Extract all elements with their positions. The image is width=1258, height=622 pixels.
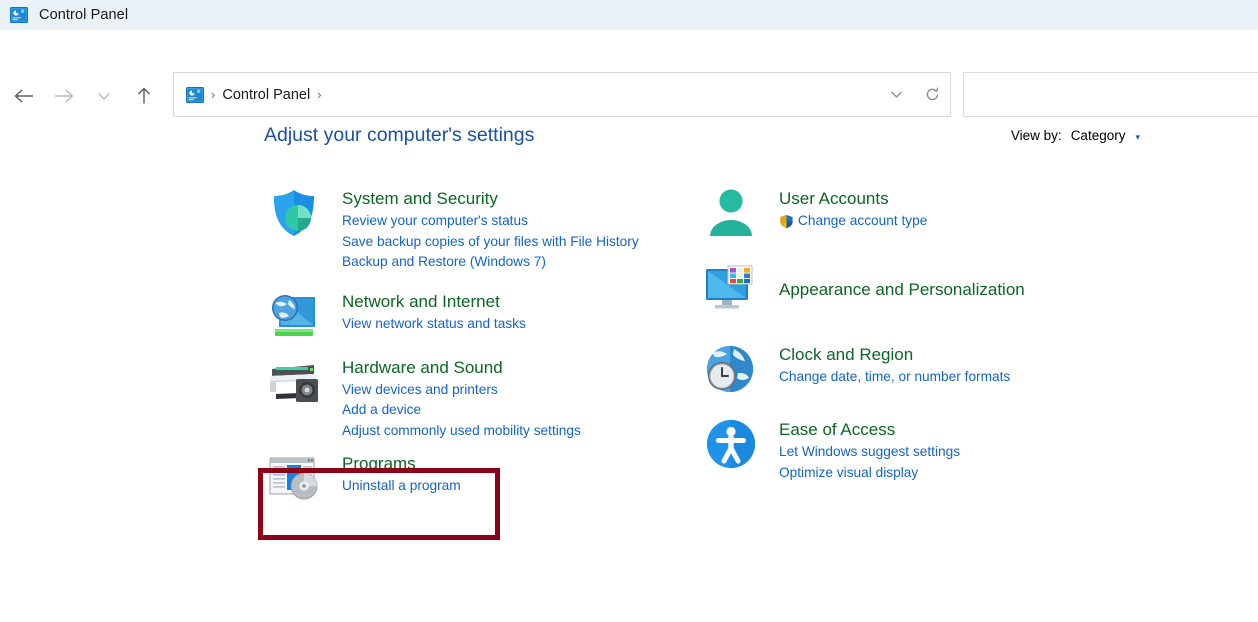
category-link[interactable]: Add a device <box>342 400 581 421</box>
category-link[interactable]: Let Windows suggest settings <box>779 442 960 463</box>
search-input[interactable] <box>963 72 1258 117</box>
category-clock-and-region[interactable]: Clock and Region Change date, time, or n… <box>703 341 1133 397</box>
category-title[interactable]: Network and Internet <box>342 290 526 314</box>
category-link[interactable]: Optimize visual display <box>779 463 960 484</box>
category-column-left: System and Security Review your computer… <box>266 185 686 506</box>
user-person-icon <box>703 185 759 241</box>
category-programs[interactable]: Programs Uninstall a program <box>266 450 686 506</box>
breadcrumb-separator: › <box>211 87 215 102</box>
category-title[interactable]: System and Security <box>342 187 639 211</box>
forward-arrow-icon[interactable] <box>48 80 80 112</box>
programs-disc-icon <box>266 450 322 506</box>
window-title: Control Panel <box>39 7 128 23</box>
category-network-and-internet[interactable]: Network and Internet View network status… <box>266 288 686 344</box>
network-globe-monitor-icon <box>266 288 322 344</box>
category-body: Clock and Region Change date, time, or n… <box>759 341 1010 388</box>
printer-speaker-icon <box>266 354 322 410</box>
view-by-value[interactable]: Category <box>1071 128 1126 143</box>
category-title[interactable]: User Accounts <box>779 187 927 211</box>
category-ease-of-access[interactable]: Ease of Access Let Windows suggest setti… <box>703 416 1133 483</box>
category-link-row[interactable]: Change account type <box>779 211 927 232</box>
category-body: System and Security Review your computer… <box>322 185 639 273</box>
control-panel-icon <box>10 7 28 23</box>
address-bar[interactable]: › Control Panel › <box>173 72 951 117</box>
category-link[interactable]: Uninstall a program <box>342 476 461 497</box>
refresh-icon[interactable] <box>914 73 950 116</box>
breadcrumb-control-panel[interactable]: Control Panel <box>222 87 310 103</box>
category-title[interactable]: Hardware and Sound <box>342 356 581 380</box>
category-link[interactable]: Change date, time, or number formats <box>779 367 1010 388</box>
category-link[interactable]: Review your computer's status <box>342 211 639 232</box>
category-body: Hardware and Sound View devices and prin… <box>322 354 581 442</box>
category-title[interactable]: Clock and Region <box>779 343 1010 367</box>
category-appearance-and-personalization[interactable]: Appearance and Personalization <box>703 261 1133 317</box>
category-system-and-security[interactable]: System and Security Review your computer… <box>266 185 686 273</box>
category-body: Appearance and Personalization <box>759 276 1025 302</box>
back-arrow-icon[interactable] <box>8 80 40 112</box>
breadcrumb-separator-trailing[interactable]: › <box>317 87 321 102</box>
control-panel-icon <box>186 87 204 103</box>
category-body: User Accounts Change account type <box>759 185 927 232</box>
category-link[interactable]: Save backup copies of your files with Fi… <box>342 232 639 253</box>
category-title[interactable]: Ease of Access <box>779 418 960 442</box>
category-body: Ease of Access Let Windows suggest setti… <box>759 416 960 483</box>
category-link[interactable]: View devices and printers <box>342 380 581 401</box>
shield-icon <box>266 185 322 241</box>
category-column-right: User Accounts Change account type <box>703 185 1133 483</box>
view-by-label: View by: <box>1011 128 1062 143</box>
up-arrow-icon[interactable] <box>128 80 160 112</box>
ease-of-access-icon <box>703 416 759 472</box>
recent-locations-chevron-icon[interactable] <box>88 80 120 112</box>
category-title[interactable]: Appearance and Personalization <box>779 278 1025 302</box>
category-body: Network and Internet View network status… <box>322 288 526 335</box>
category-title[interactable]: Programs <box>342 452 461 476</box>
category-user-accounts[interactable]: User Accounts Change account type <box>703 185 1133 241</box>
navigation-toolbar: › Control Panel › <box>0 30 1258 95</box>
uac-shield-icon <box>779 214 794 229</box>
category-hardware-and-sound[interactable]: Hardware and Sound View devices and prin… <box>266 354 686 442</box>
chevron-down-icon[interactable] <box>878 73 914 116</box>
category-link[interactable]: Change account type <box>798 211 927 232</box>
view-by-control: View by: Category ▾ <box>1011 128 1140 143</box>
page-title: Adjust your computer's settings <box>264 124 534 147</box>
category-link[interactable]: View network status and tasks <box>342 314 526 335</box>
clock-globe-icon <box>703 341 759 397</box>
category-link[interactable]: Adjust commonly used mobility settings <box>342 421 581 442</box>
appearance-monitor-swatches-icon <box>703 261 759 317</box>
title-bar: Control Panel <box>0 0 1258 30</box>
chevron-down-icon[interactable]: ▾ <box>1135 132 1140 143</box>
category-link[interactable]: Backup and Restore (Windows 7) <box>342 252 639 273</box>
category-body: Programs Uninstall a program <box>322 450 461 497</box>
